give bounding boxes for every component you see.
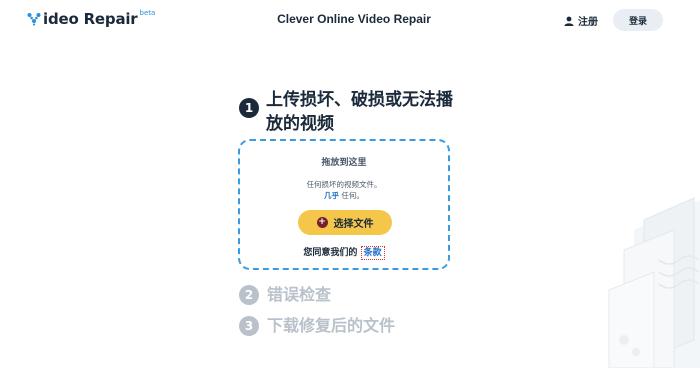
login-button[interactable]: 登录 — [613, 9, 663, 31]
hint-rest: 任何。 — [339, 191, 364, 200]
terms-text: 您同意我们的 条款 — [240, 245, 448, 260]
drop-label: 拖放到这里 — [321, 158, 367, 168]
decorative-illustration — [608, 197, 700, 368]
header: ideo Repair beta Clever Online Video Rep… — [0, 0, 700, 40]
select-file-label: 选择文件 — [333, 219, 374, 230]
terms-link[interactable]: 条款 — [360, 246, 385, 260]
site-title: Clever Online Video Repair — [277, 12, 431, 26]
register-link[interactable]: 注册 — [564, 13, 598, 28]
file-dropzone[interactable]: 拖放到这里 任何损坏的视频文件。 几乎 任何。 + 选择文件 您同意我们的 条款 — [238, 139, 450, 270]
step-1-title: 上传损坏、破损或无法播放的视频 — [266, 90, 453, 134]
user-icon — [564, 16, 574, 26]
logo[interactable]: ideo Repair beta — [27, 9, 156, 28]
step-3-title: 下载修复后的文件 — [267, 316, 396, 335]
hint-line-1: 任何损坏的视频文件。 — [306, 180, 382, 189]
logo-text: ideo Repair — [43, 10, 138, 28]
register-label: 注册 — [578, 17, 598, 28]
select-file-button[interactable]: + 选择文件 — [298, 210, 392, 235]
step-2-number: 2 — [239, 285, 259, 305]
step-1-number: 1 — [239, 98, 259, 118]
hint-line-2: 几乎 任何。 — [240, 190, 448, 201]
step-2-title: 错误检查 — [267, 285, 332, 304]
step-3-number: 3 — [239, 316, 259, 336]
beta-badge: beta — [139, 9, 156, 17]
v-logo-icon — [27, 13, 41, 26]
hint-strong: 几乎 — [324, 191, 340, 200]
terms-prefix: 您同意我们的 — [303, 248, 358, 258]
plus-icon: + — [316, 217, 328, 228]
